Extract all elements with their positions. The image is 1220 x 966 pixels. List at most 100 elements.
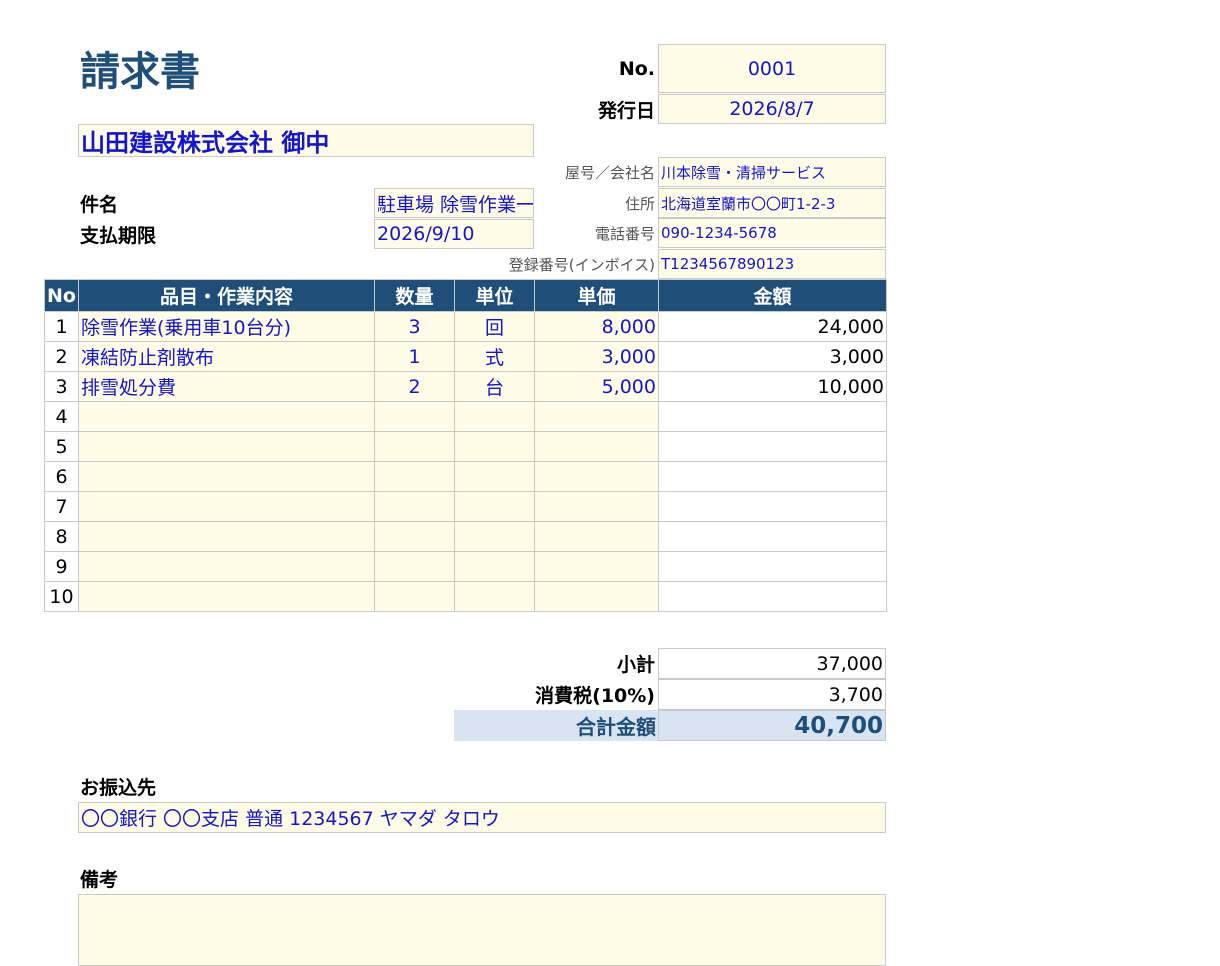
row-no: 9 <box>44 551 79 582</box>
price-cell[interactable] <box>534 581 659 612</box>
amount-cell <box>658 581 887 612</box>
qty-cell[interactable] <box>374 461 455 492</box>
bank-field[interactable]: 〇〇銀行 〇〇支店 普通 1234567 ヤマダ タロウ <box>78 802 886 833</box>
unit-cell[interactable]: 式 <box>454 341 535 372</box>
unit-cell[interactable] <box>454 521 535 552</box>
row-no: 5 <box>44 431 79 462</box>
col-header-no: No <box>44 279 79 312</box>
amount-cell <box>658 521 887 552</box>
unit-cell[interactable] <box>454 551 535 582</box>
table-row: 4 <box>44 401 887 432</box>
item-cell[interactable]: 凍結防止剤散布 <box>78 341 375 372</box>
page-title: 請求書 <box>80 49 200 95</box>
qty-cell[interactable] <box>374 431 455 462</box>
row-no: 7 <box>44 491 79 522</box>
company-label: 屋号／会社名 <box>564 163 655 182</box>
address-field[interactable]: 北海道室蘭市〇〇町1-2-3 <box>658 188 886 218</box>
table-row: 9 <box>44 551 887 582</box>
table-row: 5 <box>44 431 887 462</box>
price-cell[interactable]: 5,000 <box>534 371 659 402</box>
price-cell[interactable]: 8,000 <box>534 311 659 342</box>
item-cell[interactable] <box>78 491 375 522</box>
unit-cell[interactable] <box>454 401 535 432</box>
amount-cell <box>658 461 887 492</box>
qty-cell[interactable] <box>374 401 455 432</box>
table-row: 2 凍結防止剤散布 1 式 3,000 3,000 <box>44 341 887 372</box>
table-row: 3 排雪処分費 2 台 5,000 10,000 <box>44 371 887 402</box>
item-cell[interactable]: 排雪処分費 <box>78 371 375 402</box>
price-cell[interactable] <box>534 461 659 492</box>
amount-cell <box>658 551 887 582</box>
table-row: 1 除雪作業(乗用車10台分) 3 回 8,000 24,000 <box>44 311 887 342</box>
table-row: 7 <box>44 491 887 522</box>
tax-value: 3,700 <box>658 679 886 710</box>
qty-cell[interactable] <box>374 521 455 552</box>
price-cell[interactable] <box>534 431 659 462</box>
table-header-row: No 品目・作業内容 数量 単位 単価 金額 <box>44 279 887 312</box>
address-label: 住所 <box>624 194 655 213</box>
table-row: 6 <box>44 461 887 492</box>
registration-field[interactable]: T1234567890123 <box>658 249 886 279</box>
item-cell[interactable] <box>78 521 375 552</box>
price-cell[interactable] <box>534 491 659 522</box>
row-no: 4 <box>44 401 79 432</box>
invoice-number-field[interactable]: 0001 <box>658 44 886 93</box>
amount-cell: 3,000 <box>658 341 887 372</box>
price-cell[interactable] <box>534 401 659 432</box>
col-header-item: 品目・作業内容 <box>78 279 375 312</box>
item-cell[interactable] <box>78 431 375 462</box>
phone-label: 電話番号 <box>594 224 655 243</box>
unit-cell[interactable] <box>454 581 535 612</box>
col-header-unit: 単位 <box>454 279 535 312</box>
unit-cell[interactable] <box>454 431 535 462</box>
qty-cell[interactable] <box>374 551 455 582</box>
amount-cell <box>658 491 887 522</box>
client-name-field[interactable]: 山田建設株式会社 御中 <box>78 124 534 157</box>
row-no: 2 <box>44 341 79 372</box>
issue-date-field[interactable]: 2026/8/7 <box>658 94 886 124</box>
total-label: 合計金額 <box>454 710 658 741</box>
invoice-number-label: No. <box>618 57 655 80</box>
col-header-amount: 金額 <box>658 279 887 312</box>
remarks-field[interactable] <box>78 894 886 966</box>
item-cell[interactable] <box>78 551 375 582</box>
row-no: 8 <box>44 521 79 552</box>
qty-cell[interactable] <box>374 491 455 522</box>
col-header-qty: 数量 <box>374 279 455 312</box>
unit-cell[interactable] <box>454 491 535 522</box>
subject-label: 件名 <box>80 193 119 216</box>
row-no: 3 <box>44 371 79 402</box>
qty-cell[interactable]: 1 <box>374 341 455 372</box>
price-cell[interactable]: 3,000 <box>534 341 659 372</box>
issue-date-label: 発行日 <box>597 99 655 122</box>
price-cell[interactable] <box>534 521 659 552</box>
unit-cell[interactable]: 回 <box>454 311 535 342</box>
item-cell[interactable] <box>78 401 375 432</box>
row-no: 10 <box>44 581 79 612</box>
item-cell[interactable] <box>78 581 375 612</box>
tax-label: 消費税(10%) <box>535 684 655 707</box>
unit-cell[interactable]: 台 <box>454 371 535 402</box>
amount-cell <box>658 401 887 432</box>
total-value: 40,700 <box>658 710 886 741</box>
remarks-label: 備考 <box>80 868 119 891</box>
price-cell[interactable] <box>534 551 659 582</box>
phone-field[interactable]: 090-1234-5678 <box>658 218 886 248</box>
unit-cell[interactable] <box>454 461 535 492</box>
row-no: 6 <box>44 461 79 492</box>
qty-cell[interactable]: 3 <box>374 311 455 342</box>
company-field[interactable]: 川本除雪・清掃サービス <box>658 157 886 187</box>
qty-cell[interactable] <box>374 581 455 612</box>
item-cell[interactable] <box>78 461 375 492</box>
table-row: 10 <box>44 581 887 612</box>
subtotal-value: 37,000 <box>658 648 886 679</box>
due-date-label: 支払期限 <box>80 224 157 247</box>
item-cell[interactable]: 除雪作業(乗用車10台分) <box>78 311 375 342</box>
registration-label: 登録番号(インボイス) <box>508 255 655 274</box>
table-row: 8 <box>44 521 887 552</box>
bank-label: お振込先 <box>80 776 157 799</box>
amount-cell: 24,000 <box>658 311 887 342</box>
col-header-price: 単価 <box>534 279 659 312</box>
qty-cell[interactable]: 2 <box>374 371 455 402</box>
amount-cell <box>658 431 887 462</box>
